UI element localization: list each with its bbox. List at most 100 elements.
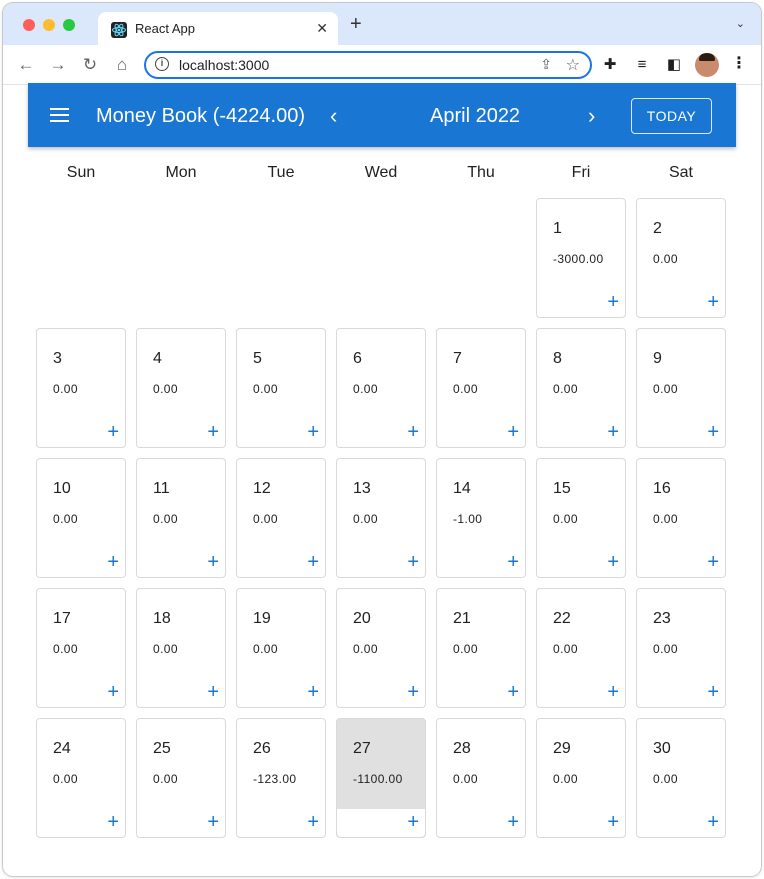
tab-search-icon[interactable]: ⌄ (736, 17, 745, 30)
day-cell[interactable]: 24 0.00 + (36, 718, 126, 838)
close-window-button[interactable] (23, 19, 35, 31)
day-cell[interactable]: 8 0.00 + (536, 328, 626, 448)
add-entry-button[interactable]: + (607, 292, 619, 312)
day-cell[interactable]: 3 0.00 + (36, 328, 126, 448)
day-cell[interactable]: 18 0.00 + (136, 588, 226, 708)
extensions-icon[interactable]: ✚ (600, 55, 620, 75)
day-number: 11 (153, 480, 170, 497)
add-entry-button[interactable]: + (507, 422, 519, 442)
day-cell[interactable]: 17 0.00 + (36, 588, 126, 708)
reload-icon[interactable]: ↻ (78, 53, 102, 77)
day-amount: 0.00 (53, 642, 78, 656)
day-cell[interactable]: 1 -3000.00 + (536, 198, 626, 318)
today-button[interactable]: TODAY (631, 98, 712, 134)
back-icon[interactable]: ← (14, 53, 38, 77)
day-cell[interactable]: 14 -1.00 + (436, 458, 526, 578)
day-cell[interactable]: 15 0.00 + (536, 458, 626, 578)
add-entry-button[interactable]: + (507, 812, 519, 832)
profile-avatar[interactable] (695, 53, 719, 77)
add-entry-button[interactable]: + (107, 552, 119, 572)
add-entry-button[interactable]: + (507, 682, 519, 702)
menu-icon[interactable] (50, 108, 69, 122)
day-cell[interactable]: 19 0.00 + (236, 588, 326, 708)
add-entry-button[interactable]: + (707, 292, 719, 312)
day-cell[interactable]: 13 0.00 + (336, 458, 426, 578)
add-entry-button[interactable]: + (407, 422, 419, 442)
add-entry-button[interactable]: + (307, 422, 319, 442)
day-number: 13 (353, 480, 371, 497)
day-cell[interactable]: 29 0.00 + (536, 718, 626, 838)
day-cell[interactable]: 9 0.00 + (636, 328, 726, 448)
day-number: 2 (653, 220, 662, 237)
day-cell[interactable]: 4 0.00 + (136, 328, 226, 448)
add-entry-button[interactable]: + (407, 812, 419, 832)
add-entry-button[interactable]: + (707, 682, 719, 702)
address-bar[interactable]: i localhost:3000 ⇪ ☆ (144, 51, 592, 79)
new-tab-button[interactable]: + (350, 13, 362, 36)
add-entry-button[interactable]: + (407, 552, 419, 572)
add-entry-button[interactable]: + (107, 682, 119, 702)
day-cell[interactable]: 28 0.00 + (436, 718, 526, 838)
day-amount: 0.00 (153, 382, 178, 396)
share-icon[interactable]: ⇪ (540, 56, 552, 73)
add-entry-button[interactable]: + (307, 682, 319, 702)
day-amount: 0.00 (653, 772, 678, 786)
day-cell[interactable]: 5 0.00 + (236, 328, 326, 448)
day-cell[interactable]: 11 0.00 + (136, 458, 226, 578)
day-cell[interactable]: 27 -1100.00 + (336, 718, 426, 838)
site-info-icon[interactable]: i (155, 57, 169, 71)
add-entry-button[interactable]: + (607, 682, 619, 702)
add-entry-button[interactable]: + (407, 682, 419, 702)
day-cell[interactable]: 12 0.00 + (236, 458, 326, 578)
day-number: 9 (653, 350, 662, 367)
day-amount: 0.00 (53, 772, 78, 786)
url-text[interactable]: localhost:3000 (179, 57, 269, 73)
day-amount: 0.00 (653, 382, 678, 396)
add-entry-button[interactable]: + (207, 682, 219, 702)
react-favicon-icon (111, 22, 127, 38)
forward-icon[interactable]: → (46, 53, 70, 77)
more-menu-icon[interactable]: ⋮ (731, 53, 747, 73)
day-cell[interactable]: 26 -123.00 + (236, 718, 326, 838)
day-cell[interactable]: 2 0.00 + (636, 198, 726, 318)
day-amount: -123.00 (253, 772, 297, 786)
close-tab-icon[interactable]: ✕ (316, 20, 328, 37)
add-entry-button[interactable]: + (707, 422, 719, 442)
add-entry-button[interactable]: + (107, 422, 119, 442)
day-cell[interactable]: 10 0.00 + (36, 458, 126, 578)
bookmark-star-icon[interactable]: ☆ (566, 55, 580, 75)
add-entry-button[interactable]: + (107, 812, 119, 832)
add-entry-button[interactable]: + (707, 552, 719, 572)
weekday-header: Sun Mon Tue Wed Thu Fri Sat (31, 164, 731, 184)
add-entry-button[interactable]: + (607, 552, 619, 572)
day-cell[interactable]: 25 0.00 + (136, 718, 226, 838)
app-title: Money Book (-4224.00) (96, 105, 306, 127)
add-entry-button[interactable]: + (307, 812, 319, 832)
browser-tab[interactable]: React App ✕ (98, 12, 338, 45)
day-number: 4 (153, 350, 162, 367)
add-entry-button[interactable]: + (207, 422, 219, 442)
add-entry-button[interactable]: + (607, 812, 619, 832)
home-icon[interactable]: ⌂ (110, 53, 134, 77)
day-cell[interactable]: 22 0.00 + (536, 588, 626, 708)
add-entry-button[interactable]: + (207, 552, 219, 572)
add-entry-button[interactable]: + (207, 812, 219, 832)
day-cell[interactable]: 23 0.00 + (636, 588, 726, 708)
side-panel-icon[interactable]: ◧ (664, 55, 684, 75)
day-cell[interactable]: 21 0.00 + (436, 588, 526, 708)
day-cell[interactable]: 6 0.00 + (336, 328, 426, 448)
add-entry-button[interactable]: + (307, 552, 319, 572)
add-entry-button[interactable]: + (707, 812, 719, 832)
day-cell[interactable]: 16 0.00 + (636, 458, 726, 578)
day-cell[interactable]: 7 0.00 + (436, 328, 526, 448)
add-entry-button[interactable]: + (607, 422, 619, 442)
zoom-window-button[interactable] (63, 19, 75, 31)
minimize-window-button[interactable] (43, 19, 55, 31)
day-cell[interactable]: 20 0.00 + (336, 588, 426, 708)
day-cell[interactable]: 30 0.00 + (636, 718, 726, 838)
day-amount: 0.00 (553, 772, 578, 786)
add-entry-button[interactable]: + (507, 552, 519, 572)
media-control-icon[interactable]: ≡ (632, 55, 652, 75)
chevron-right-icon[interactable]: › (588, 103, 595, 129)
chevron-left-icon[interactable]: ‹ (330, 103, 337, 129)
